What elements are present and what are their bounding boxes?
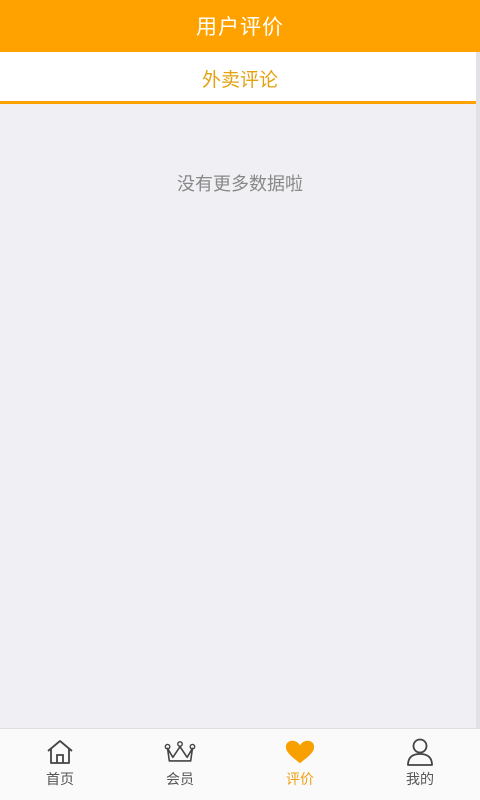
review-list-area[interactable]: 没有更多数据啦 bbox=[0, 104, 480, 728]
nav-label-profile: 我的 bbox=[406, 772, 434, 788]
crown-icon bbox=[164, 737, 196, 767]
tab-label: 外卖评论 bbox=[201, 68, 278, 91]
nav-item-member[interactable]: 会员 bbox=[120, 729, 240, 800]
home-icon bbox=[44, 737, 76, 767]
review-tabs: 外卖评论 bbox=[0, 52, 480, 104]
tab-takeout-reviews[interactable]: 外卖评论 bbox=[0, 52, 480, 104]
bottom-navigation: 首页 会员 评价 我的 bbox=[0, 728, 480, 800]
nav-item-profile[interactable]: 我的 bbox=[360, 729, 480, 800]
page-title: 用户评价 bbox=[196, 15, 284, 39]
nav-label-reviews: 评价 bbox=[286, 772, 314, 788]
heart-icon bbox=[284, 737, 316, 767]
nav-item-reviews[interactable]: 评价 bbox=[240, 729, 360, 800]
nav-item-home[interactable]: 首页 bbox=[0, 729, 120, 800]
empty-state-message: 没有更多数据啦 bbox=[177, 174, 303, 195]
app-header: 用户评价 bbox=[0, 0, 480, 52]
nav-label-home: 首页 bbox=[46, 772, 74, 788]
user-icon bbox=[404, 737, 436, 767]
scrollbar-track bbox=[476, 52, 480, 728]
nav-label-member: 会员 bbox=[166, 772, 194, 788]
